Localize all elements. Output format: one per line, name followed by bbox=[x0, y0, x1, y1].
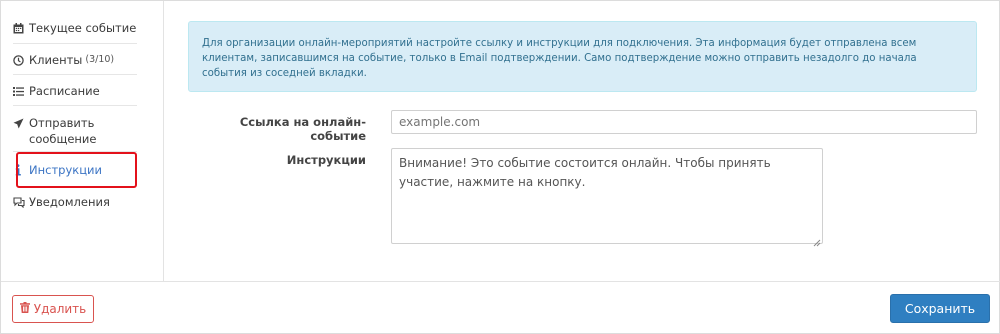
link-label: Ссылка на онлайн-событие bbox=[239, 115, 366, 143]
clients-count: (3/10) bbox=[85, 54, 115, 65]
footer-divider bbox=[1, 281, 1000, 282]
clock-icon bbox=[13, 52, 29, 68]
list-icon bbox=[13, 83, 29, 99]
info-alert-text: Для организации онлайн-мероприятий настр… bbox=[202, 38, 917, 79]
sidebar-item-clients[interactable]: Клиенты (3/10) bbox=[13, 52, 137, 68]
save-button[interactable]: Сохранить bbox=[890, 294, 990, 323]
window-frame: Текущее событие Клиенты (3/10) Расписани… bbox=[0, 0, 1000, 334]
event-link-input[interactable] bbox=[391, 110, 977, 134]
delete-button-label: Удалить bbox=[33, 302, 87, 316]
send-icon bbox=[13, 115, 29, 131]
sidebar-item-send-message[interactable]: Отправить сообщение bbox=[13, 115, 137, 147]
calendar-icon bbox=[13, 20, 29, 36]
instructions-label: Инструкции bbox=[286, 153, 366, 167]
sidebar-item-label: Клиенты bbox=[29, 53, 83, 67]
chat-icon bbox=[13, 194, 29, 210]
info-alert: Для организации онлайн-мероприятий настр… bbox=[188, 21, 977, 92]
divider bbox=[13, 43, 137, 44]
save-button-label: Сохранить bbox=[904, 301, 976, 316]
instructions-textarea[interactable]: Внимание! Это событие состоится онлайн. … bbox=[391, 148, 823, 244]
active-item-highlight bbox=[16, 152, 137, 188]
sidebar-item-label: Текущее событие bbox=[29, 21, 137, 35]
sidebar-item-notifications[interactable]: Уведомления bbox=[13, 194, 137, 210]
sidebar-item-label: Уведомления bbox=[29, 195, 110, 209]
sidebar: Текущее событие Клиенты (3/10) Расписани… bbox=[1, 1, 164, 281]
resize-handle-icon[interactable] bbox=[811, 232, 821, 247]
trash-icon bbox=[19, 302, 30, 316]
divider bbox=[13, 105, 137, 106]
sidebar-item-label: Отправить сообщение bbox=[29, 116, 97, 146]
delete-button[interactable]: Удалить bbox=[12, 295, 94, 323]
sidebar-item-label: Расписание bbox=[29, 84, 100, 98]
sidebar-item-current-event[interactable]: Текущее событие bbox=[13, 20, 137, 36]
sidebar-item-schedule[interactable]: Расписание bbox=[13, 83, 137, 99]
divider bbox=[13, 74, 137, 75]
